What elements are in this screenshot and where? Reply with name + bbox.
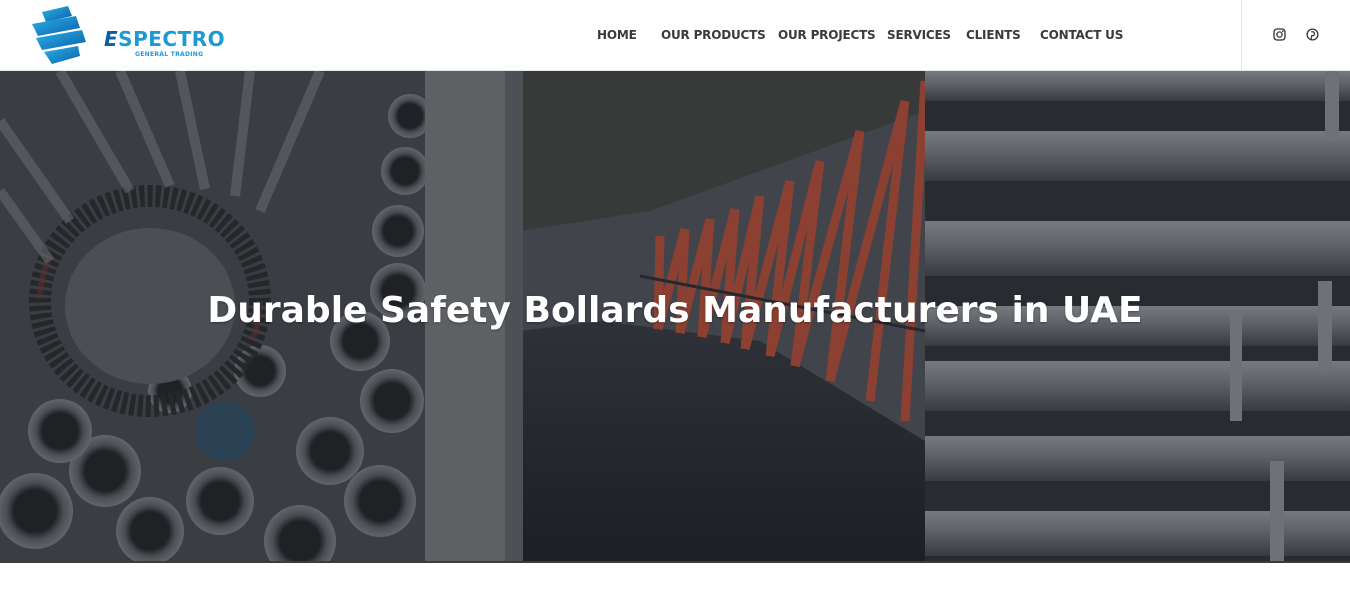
nav-clients[interactable]: CLIENTS xyxy=(966,27,1021,43)
instagram-icon[interactable] xyxy=(1273,28,1286,41)
brand-name: ESPECTRO xyxy=(104,28,225,50)
brand-logo[interactable]: ESPECTRO GENERAL TRADING xyxy=(28,6,238,68)
hero-bottom-border xyxy=(0,561,1350,563)
brand-name-prefix: E xyxy=(104,27,119,51)
nav-our-products[interactable]: OUR PRODUCTS xyxy=(661,27,766,43)
brand-tagline: GENERAL TRADING xyxy=(135,51,204,58)
hero-banner: Durable Safety Bollards Manufacturers in… xyxy=(0,71,1350,561)
nav-home[interactable]: HOME xyxy=(597,27,637,43)
nav-our-projects[interactable]: OUR PROJECTS xyxy=(778,27,876,43)
hero-title: Durable Safety Bollards Manufacturers in… xyxy=(207,290,1143,331)
social-links xyxy=(1241,0,1350,71)
brand-logo-mark xyxy=(32,6,86,64)
site-header: ESPECTRO GENERAL TRADING HOME OUR PRODUC… xyxy=(0,0,1350,71)
pinterest-icon[interactable] xyxy=(1306,28,1319,41)
nav-services[interactable]: SERVICES xyxy=(887,27,951,43)
nav-contact-us[interactable]: CONTACT US xyxy=(1040,27,1123,43)
brand-name-text: SPECTRO xyxy=(118,27,226,51)
